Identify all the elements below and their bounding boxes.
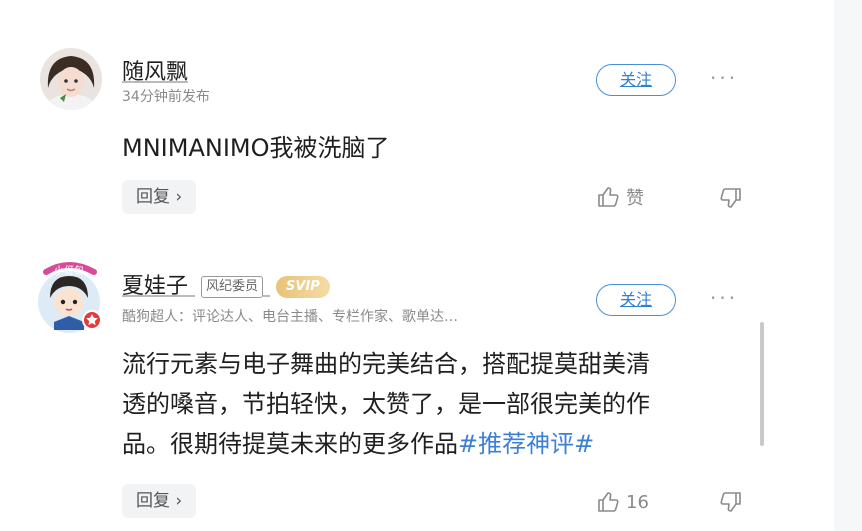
chevron-right-icon: ›: [175, 187, 183, 207]
scrollbar-thumb[interactable]: [760, 322, 764, 446]
more-options-icon[interactable]: ···: [710, 66, 738, 90]
thumbs-down-icon: [720, 188, 741, 208]
like-button[interactable]: 赞: [596, 184, 644, 210]
like-label: 赞: [626, 188, 644, 209]
follow-button[interactable]: 关注: [596, 284, 676, 316]
thumbs-down-icon: [720, 492, 741, 512]
comment-text: MNIMANIMO我被洗脑了: [122, 134, 390, 162]
thumbs-up-icon: [598, 187, 619, 207]
username-text: 夏娃子: [122, 274, 189, 299]
more-options-icon[interactable]: ···: [710, 286, 738, 310]
username[interactable]: 夏娃子 风纪委员 SVIP: [122, 268, 330, 300]
post-time: 34分钟前发布: [122, 89, 210, 105]
username[interactable]: 随风飘: [122, 54, 188, 86]
reply-button[interactable]: 回复 ›: [122, 484, 197, 518]
comment-text: 流行元素与电子舞曲的完美结合，搭配提莫甜美清 透的嗓音，节拍轻快，太赞了，是一部…: [122, 344, 742, 464]
right-panel-edge: [834, 0, 862, 531]
thumbs-up-icon: [598, 492, 619, 512]
follow-label: 关注: [619, 70, 652, 89]
dislike-button[interactable]: [716, 490, 742, 518]
reply-label: 回复: [136, 491, 170, 511]
chevron-right-icon: ›: [175, 491, 183, 511]
like-count: 16: [626, 491, 649, 513]
comment-line: 流行元素与电子舞曲的完美结合，搭配提莫甜美清: [122, 350, 650, 378]
moderator-badge: 风纪委员: [201, 276, 264, 298]
dislike-button[interactable]: [716, 186, 742, 214]
reply-label: 回复: [136, 187, 170, 207]
comment-item: 随风飘 34分钟前发布 关注 ··· MNIMANIMO我被洗脑了 回复 › 赞: [0, 0, 834, 240]
svip-badge: SVIP: [276, 276, 330, 298]
avatar-caption: 小伢包: [54, 264, 84, 277]
comment-line: 透的嗓音，节拍轻快，太赞了，是一部很完美的作: [122, 390, 650, 418]
reply-button[interactable]: 回复 ›: [122, 180, 197, 214]
like-button[interactable]: 16: [596, 490, 649, 514]
follow-label: 关注: [619, 290, 652, 309]
user-titles: 酷狗超人：评论达人、电台主播、专栏作家、歌单达…: [122, 309, 458, 325]
avatar[interactable]: [40, 48, 102, 110]
comment-item: 小伢包 夏娃子 风纪委员 SVIP 酷狗超人：评论达人、电台主播、专栏作家、歌单…: [0, 240, 834, 531]
follow-button[interactable]: 关注: [596, 64, 676, 96]
hashtag-link[interactable]: #推荐神评#: [458, 430, 594, 458]
comment-line: 品。很期待提莫未来的更多作品: [122, 430, 458, 458]
avatar[interactable]: 小伢包: [38, 262, 102, 333]
